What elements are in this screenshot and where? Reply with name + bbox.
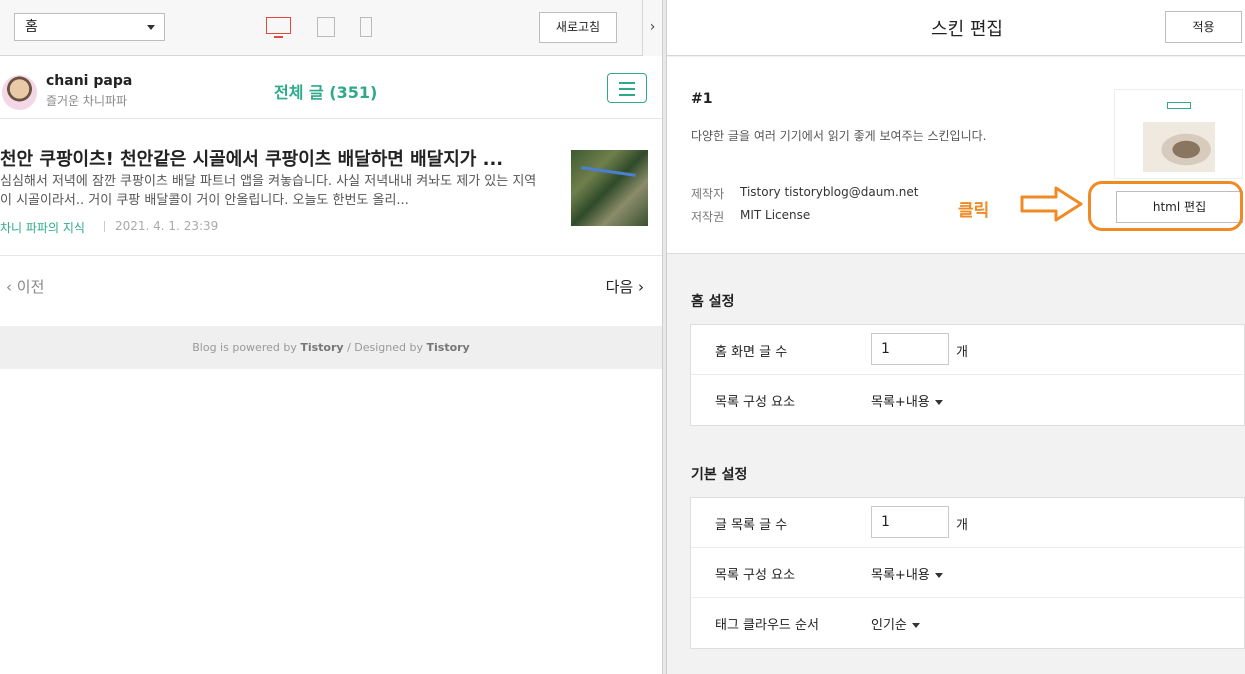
unit-label: 개 [956,345,968,360]
unit-label: 개 [956,518,968,533]
post-title[interactable]: 천안 쿠팡이츠! 천안같은 시골에서 쿠팡이츠 배달하면 배달지가 ... [0,145,548,171]
preview-toolbar: 홈 새로고침 › [0,0,662,56]
home-list-component-dropdown[interactable]: 목록+내용 [871,391,943,410]
setting-label: 글 목록 글 수 [715,518,788,533]
skin-description: 다양한 글을 여러 기기에서 읽기 좋게 보여주는 스킨입니다. [691,129,987,143]
post-category[interactable]: 차니 파파의 지식 [0,219,85,236]
page-select-value: 홈 [25,19,38,35]
highlight-outline [1088,181,1243,231]
tablet-icon[interactable] [317,17,335,37]
setting-label: 태그 클라우드 순서 [715,618,819,633]
post-list-item[interactable]: 천안 쿠팡이츠! 천안같은 시골에서 쿠팡이츠 배달하면 배달지가 ... 심심… [0,120,662,256]
blog-subtitle: 즐거운 차니파파 [46,94,128,108]
list-component-dropdown[interactable]: 목록+내용 [871,564,943,583]
skin-editor-pane: 스킨 편집 적용 #1 다양한 글을 여러 기기에서 읽기 좋게 보여주는 스킨… [667,0,1245,674]
footer-powered-brand[interactable]: Tistory [300,341,343,354]
setting-label: 목록 구성 요소 [715,568,796,583]
post-meta-divider [104,221,105,232]
arrow-right-icon [1020,186,1083,222]
settings-row: 목록 구성 요소 목록+내용 [691,548,1244,598]
footer-designed-brand[interactable]: Tistory [427,341,470,354]
mobile-icon[interactable] [360,17,372,37]
settings-row: 글 목록 글 수 1 개 [691,498,1244,548]
setting-label: 홈 화면 글 수 [715,345,788,360]
chevron-down-icon [911,623,920,628]
hamburger-icon-line [619,94,635,96]
post-thumbnail[interactable] [571,150,648,226]
collapse-panel-icon[interactable]: › [642,0,662,56]
skin-info: #1 다양한 글을 여러 기기에서 읽기 좋게 보여주는 스킨입니다. 제작자 … [667,57,1245,254]
chevron-down-icon [147,25,155,30]
preview-title-bar [1167,102,1191,109]
home-settings-title: 홈 설정 [691,294,735,310]
blog-footer: Blog is powered by Tistory / Designed by… [0,326,662,369]
hamburger-icon [619,82,635,84]
post-date: 2021. 4. 1. 23:39 [115,219,219,233]
desktop-icon[interactable] [266,17,291,38]
next-page-link[interactable]: 다음 › [606,276,644,297]
pagination: ‹ 이전 다음 › [0,256,662,326]
page-select[interactable]: 홈 [14,13,165,41]
skin-number: #1 [691,91,713,107]
home-post-count-input[interactable]: 1 [871,333,949,365]
blog-header: chani papa 즐거운 차니파파 전체 글 (351) [0,57,662,119]
preview-image [1143,122,1215,172]
settings-row: 목록 구성 요소 목록+내용 [691,375,1244,425]
post-count-title: 전체 글 (351) [274,83,378,102]
settings-row: 태그 클라우드 순서 인기순 [691,598,1244,648]
footer-designed-text: / Designed by [343,341,427,354]
setting-label: 목록 구성 요소 [715,395,796,410]
dropdown-value: 목록+내용 [871,395,930,410]
blog-name[interactable]: chani papa [46,73,132,89]
apply-button[interactable]: 적용 [1165,11,1242,43]
dropdown-value: 인기순 [871,618,907,633]
post-excerpt: 심심해서 저녁에 잠깐 쿠팡이츠 배달 파트너 앱을 켜놓습니다. 사실 저녁내… [0,174,537,208]
chevron-down-icon [934,573,943,578]
settings-row: 홈 화면 글 수 1 개 [691,325,1244,375]
maker-label: 제작자 [691,187,725,201]
license-value: MIT License [740,208,811,222]
avatar [2,75,37,110]
page-title: 스킨 편집 [931,19,1003,40]
license-label: 저작권 [691,210,725,224]
prev-label: 이전 [16,278,45,296]
editor-header: 스킨 편집 적용 [667,0,1245,56]
home-settings-panel: 홈 화면 글 수 1 개 목록 구성 요소 목록+내용 [690,324,1245,426]
click-annotation: 클릭 [958,201,990,221]
dropdown-value: 목록+내용 [871,568,930,583]
chevron-down-icon [934,400,943,405]
hamburger-icon-line [619,88,635,90]
next-label: 다음 [605,278,634,296]
preview-pane: 홈 새로고침 › chani papa 즐거운 차니파파 전체 글 (351) … [0,0,662,674]
tag-cloud-order-dropdown[interactable]: 인기순 [871,614,920,633]
refresh-button[interactable]: 새로고침 [539,12,617,43]
post-list-count-input[interactable]: 1 [871,506,949,538]
basic-settings-title: 기본 설정 [691,467,748,483]
prev-page-link[interactable]: ‹ 이전 [6,276,44,297]
menu-button[interactable] [607,73,647,103]
basic-settings-panel: 글 목록 글 수 1 개 목록 구성 요소 목록+내용 태그 클라우드 순서 인… [690,497,1245,649]
maker-value: Tistory tistoryblog@daum.net [740,185,919,199]
footer-powered-text: Blog is powered by [192,341,301,354]
skin-preview-thumbnail [1114,89,1243,179]
